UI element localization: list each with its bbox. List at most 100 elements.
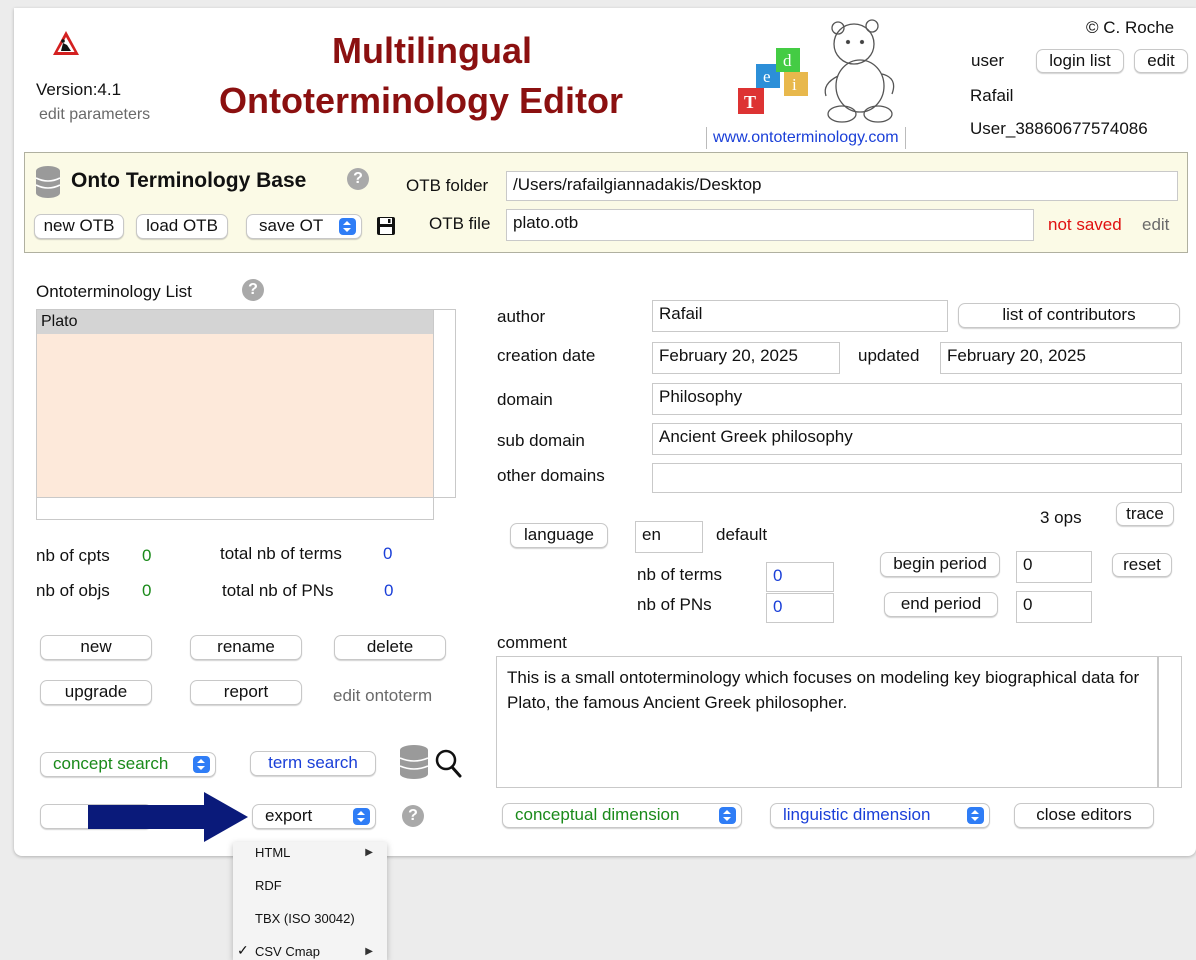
select-arrows-icon xyxy=(353,808,370,825)
select-arrows-icon xyxy=(719,807,736,824)
other-domains-field[interactable] xyxy=(652,463,1182,493)
menu-checkmark-icon: ✓ xyxy=(237,942,249,958)
ops-count: 3 ops xyxy=(1040,508,1082,527)
delete-button[interactable]: delete xyxy=(334,635,446,660)
updated-label: updated xyxy=(858,346,920,365)
list-horizontal-scrollbar[interactable] xyxy=(36,498,434,520)
conceptual-dimension-label: conceptual dimension xyxy=(515,805,680,824)
new-otb-button[interactable]: new OTB xyxy=(34,214,124,239)
concept-search-label: concept search xyxy=(53,754,169,773)
nb-cpts-label: nb of cpts xyxy=(36,546,110,565)
export-dropdown-menu: HTML ▶ RDF TBX (ISO 30042) ✓ CSV Cmap ▶ xyxy=(233,842,387,960)
menu-item-rdf[interactable]: RDF xyxy=(255,878,282,893)
updated-field[interactable]: February 20, 2025 xyxy=(940,342,1182,374)
list-item[interactable]: Plato xyxy=(37,310,433,334)
nb-cpts-value: 0 xyxy=(142,546,152,565)
website-link[interactable]: www.ontoterminology.com xyxy=(706,127,906,149)
svg-text:T: T xyxy=(744,92,756,112)
language-button[interactable]: language xyxy=(510,523,608,548)
nb-of-pns-label: nb of PNs xyxy=(637,595,712,614)
database-search-icon[interactable] xyxy=(398,742,470,787)
term-search-button[interactable]: term search xyxy=(250,751,376,776)
upgrade-button[interactable]: upgrade xyxy=(40,680,152,705)
begin-period-field[interactable]: 0 xyxy=(1016,551,1092,583)
select-arrows-icon xyxy=(967,807,984,824)
otb-title: Onto Terminology Base xyxy=(71,169,307,192)
author-field[interactable]: Rafail xyxy=(652,300,948,332)
export-help-icon[interactable]: ? xyxy=(402,805,424,827)
sub-domain-label: sub domain xyxy=(497,431,585,450)
ontoterminology-list-label: Ontoterminology List xyxy=(36,282,192,301)
submenu-arrow-icon: ▶ xyxy=(365,847,373,858)
begin-period-button[interactable]: begin period xyxy=(880,552,1000,577)
warning-icon xyxy=(52,30,80,61)
trace-button[interactable]: trace xyxy=(1116,502,1174,526)
concept-search-select[interactable]: concept search xyxy=(40,752,216,777)
list-scrollbar-track[interactable] xyxy=(434,309,456,498)
domain-label: domain xyxy=(497,390,553,409)
default-label: default xyxy=(716,525,768,544)
logo-blocks-bear-icon: T e d i xyxy=(722,14,922,137)
author-label: author xyxy=(497,307,546,326)
nb-of-pns-field: 0 xyxy=(766,593,834,623)
total-terms-value: 0 xyxy=(383,544,393,563)
linguistic-dimension-label: linguistic dimension xyxy=(783,805,931,824)
database-icon xyxy=(34,165,62,204)
end-period-field[interactable]: 0 xyxy=(1016,591,1092,623)
save-otb-label: save OT xyxy=(259,216,324,235)
creation-date-field[interactable]: February 20, 2025 xyxy=(652,342,840,374)
domain-field[interactable]: Philosophy xyxy=(652,383,1182,415)
nb-of-terms-field: 0 xyxy=(766,562,834,592)
load-otb-button[interactable]: load OTB xyxy=(136,214,228,239)
linguistic-dimension-select[interactable]: linguistic dimension xyxy=(770,803,990,828)
close-editors-button[interactable]: close editors xyxy=(1014,803,1154,828)
report-button[interactable]: report xyxy=(190,680,302,705)
ontoterminology-list[interactable]: Plato xyxy=(36,309,434,498)
save-otb-select[interactable]: save OT xyxy=(246,214,362,239)
reset-button[interactable]: reset xyxy=(1112,553,1172,577)
nb-objs-label: nb of objs xyxy=(36,581,110,600)
main-window: Version:4.1 edit parameters Multilingual… xyxy=(14,8,1196,856)
otb-file-label: OTB file xyxy=(429,214,491,233)
svg-text:i: i xyxy=(792,75,797,94)
total-pns-value: 0 xyxy=(384,581,394,600)
list-help-icon[interactable]: ? xyxy=(242,279,264,301)
list-of-contributors-button[interactable]: list of contributors xyxy=(958,303,1180,328)
sub-domain-field[interactable]: Ancient Greek philosophy xyxy=(652,423,1182,455)
menu-item-html[interactable]: HTML xyxy=(255,845,290,860)
app-title-line1: Multilingual xyxy=(332,30,532,71)
total-terms-label: total nb of terms xyxy=(220,544,342,563)
conceptual-dimension-select[interactable]: conceptual dimension xyxy=(502,803,742,828)
total-pns-label: total nb of PNs xyxy=(222,581,334,600)
nb-objs-value: 0 xyxy=(142,581,152,600)
otb-edit-link[interactable]: edit xyxy=(1142,214,1169,236)
otb-folder-field[interactable]: /Users/rafailgiannadakis/Desktop xyxy=(506,171,1178,201)
submenu-arrow-icon: ▶ xyxy=(365,946,373,957)
comment-scrollbar[interactable] xyxy=(1158,656,1182,788)
otb-file-field[interactable]: plato.otb xyxy=(506,209,1034,241)
comment-textarea[interactable]: This is a small ontoterminology which fo… xyxy=(496,656,1158,788)
export-select[interactable]: export xyxy=(252,804,376,829)
user-edit-button[interactable]: edit xyxy=(1134,49,1188,73)
language-field[interactable]: en xyxy=(635,521,703,553)
pointer-arrow-icon xyxy=(88,792,250,847)
menu-item-tbx[interactable]: TBX (ISO 30042) xyxy=(255,911,355,926)
login-list-button[interactable]: login list xyxy=(1036,49,1124,73)
menu-item-csv-cmap[interactable]: CSV Cmap xyxy=(255,944,320,959)
other-domains-label: other domains xyxy=(497,466,605,485)
rename-button[interactable]: rename xyxy=(190,635,302,660)
otb-folder-label: OTB folder xyxy=(406,176,489,195)
end-period-button[interactable]: end period xyxy=(884,592,998,617)
svg-text:e: e xyxy=(763,67,771,86)
floppy-disk-icon[interactable] xyxy=(376,216,396,241)
comment-label: comment xyxy=(497,633,567,652)
edit-ontoterm-link[interactable]: edit ontoterm xyxy=(333,685,432,707)
edit-parameters-link[interactable]: edit parameters xyxy=(39,104,150,126)
otb-save-status: not saved xyxy=(1048,215,1122,234)
app-title-line2: Ontoterminology Editor xyxy=(219,80,623,121)
new-button[interactable]: new xyxy=(40,635,152,660)
user-label: user xyxy=(971,51,1005,70)
svg-text:d: d xyxy=(783,51,792,70)
creation-date-label: creation date xyxy=(497,346,596,365)
otb-help-icon[interactable]: ? xyxy=(347,168,369,190)
